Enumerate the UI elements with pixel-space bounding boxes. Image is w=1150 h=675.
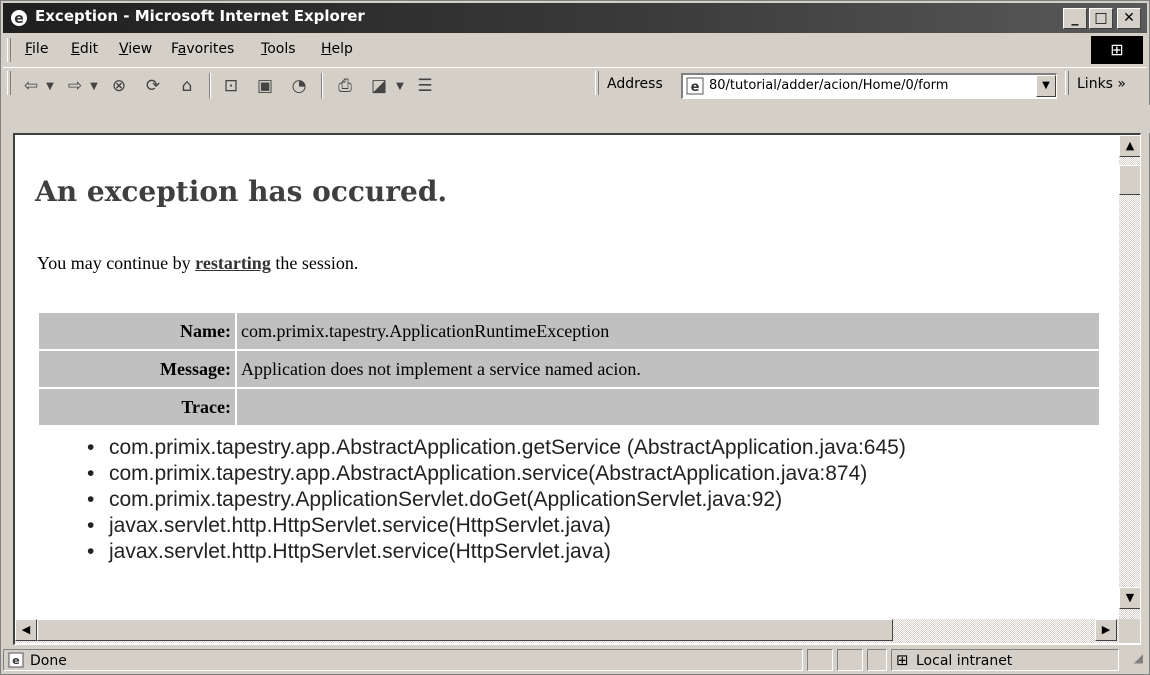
zone-cell: ⊞ Local intranet (891, 649, 1119, 671)
stack-trace-list: com.primix.tapestry.app.AbstractApplicat… (87, 435, 1117, 565)
menu-help[interactable]: Help (321, 41, 353, 57)
edit-icon[interactable]: ◪ (367, 75, 391, 97)
toolbar-separator (321, 73, 323, 99)
forward-dropdown-icon[interactable]: ▼ (87, 75, 101, 97)
window-title: Exception - Microsoft Internet Explorer (35, 7, 365, 25)
list-item: com.primix.tapestry.ApplicationServlet.d… (87, 487, 1117, 513)
refresh-icon[interactable]: ⟳ (141, 75, 165, 97)
svg-text:e: e (14, 11, 24, 27)
address-label: Address (607, 76, 663, 92)
scroll-up-icon[interactable]: ▲ (1119, 135, 1140, 157)
status-bar: e Done ⊞ Local intranet ◢ (3, 647, 1147, 673)
address-bar[interactable]: e 80/tutorial/adder/acion/Home/0/form ▼ (681, 73, 1057, 99)
forward-arrow-icon[interactable]: ⇨ (63, 75, 87, 97)
svg-text:e: e (691, 80, 700, 95)
links-button[interactable]: Links » (1077, 76, 1126, 92)
back-arrow-icon[interactable]: ⇦ (19, 75, 43, 97)
para-text-before: You may continue by (37, 253, 196, 273)
address-grip[interactable] (595, 71, 599, 95)
page-icon: e (8, 652, 24, 668)
name-value: com.primix.tapestry.ApplicationRuntimeEx… (237, 313, 1099, 349)
table-row: Trace: (39, 389, 1099, 425)
title-bar[interactable]: e Exception - Microsoft Internet Explore… (3, 3, 1147, 33)
scroll-left-icon[interactable]: ◀ (15, 619, 37, 641)
back-dropdown-icon[interactable]: ▼ (43, 75, 57, 97)
status-cell (807, 649, 833, 671)
scrollbar-corner (1119, 619, 1140, 643)
menu-view[interactable]: View (119, 41, 152, 57)
menu-bar: File Edit View Favorites Tools Help ⊞ (3, 35, 1147, 65)
toolbar: ⇦ ▼ ⇨ ▼ ⊗ ⟳ ⌂ ⊡ ▣ ◔ ⎙ ◪ ▼ ☰ Address e 80… (3, 67, 1147, 103)
trace-label: Trace: (39, 389, 235, 425)
message-value: Application does not implement a service… (237, 351, 1099, 387)
address-input[interactable]: 80/tutorial/adder/acion/Home/0/form (709, 78, 1021, 93)
list-item: javax.servlet.http.HttpServlet.service(H… (87, 539, 1117, 565)
status-main-cell: e Done (3, 649, 803, 671)
name-label: Name: (39, 313, 235, 349)
menu-file[interactable]: File (25, 41, 48, 57)
zone-text: Local intranet (916, 653, 1013, 669)
windows-logo-icon: ⊞ (1091, 36, 1143, 64)
list-item: javax.servlet.http.HttpServlet.service(H… (87, 513, 1117, 539)
resize-grip-icon[interactable]: ◢ (1125, 651, 1143, 669)
restart-link[interactable]: restarting (195, 253, 271, 273)
menu-edit[interactable]: Edit (71, 41, 98, 57)
para-text-after: the session. (270, 253, 359, 273)
message-label: Message: (39, 351, 235, 387)
menu-tools[interactable]: Tools (261, 41, 296, 57)
list-item: com.primix.tapestry.app.AbstractApplicat… (87, 461, 1117, 487)
table-row: Name: com.primix.tapestry.ApplicationRun… (39, 313, 1099, 349)
edit-dropdown-icon[interactable]: ▼ (393, 75, 407, 97)
table-row: Message: Application does not implement … (39, 351, 1099, 387)
address-dropdown-icon[interactable]: ▼ (1036, 75, 1056, 97)
page-content: An exception has occured. You may contin… (15, 135, 1119, 619)
favorites-icon[interactable]: ▣ (253, 75, 277, 97)
toolbar-grip[interactable] (7, 71, 11, 95)
browser-window: e Exception - Microsoft Internet Explore… (0, 0, 1150, 675)
maximize-button[interactable]: □ (1089, 8, 1113, 29)
discuss-icon[interactable]: ☰ (413, 75, 437, 97)
history-icon[interactable]: ◔ (287, 75, 311, 97)
scroll-down-icon[interactable]: ▼ (1119, 587, 1140, 609)
print-icon[interactable]: ⎙ (333, 75, 357, 97)
ie-logo-icon: e (11, 10, 27, 27)
menu-favorites[interactable]: Favorites (171, 41, 234, 57)
content-frame: An exception has occured. You may contin… (13, 133, 1141, 645)
svg-text:e: e (12, 654, 19, 667)
search-icon[interactable]: ⊡ (219, 75, 243, 97)
minimize-button[interactable]: _ (1063, 8, 1087, 29)
menu-grip[interactable] (7, 38, 11, 62)
toolbar-separator (209, 73, 211, 99)
horizontal-scrollbar[interactable]: ◀ ▶ (15, 619, 1119, 643)
status-text: Done (30, 653, 67, 669)
continue-paragraph: You may continue by restarting the sessi… (37, 253, 358, 274)
links-grip[interactable] (1065, 71, 1069, 95)
page-heading: An exception has occured. (35, 175, 448, 208)
close-button[interactable]: ✕ (1117, 8, 1141, 29)
intranet-icon: ⊞ (896, 651, 909, 669)
vertical-scroll-thumb[interactable] (1119, 165, 1140, 195)
list-item: com.primix.tapestry.app.AbstractApplicat… (87, 435, 1117, 461)
vertical-scrollbar[interactable]: ▲ ▼ (1119, 135, 1140, 619)
scroll-right-icon[interactable]: ▶ (1095, 619, 1117, 641)
horizontal-scroll-thumb[interactable] (37, 619, 893, 641)
stop-icon[interactable]: ⊗ (107, 75, 131, 97)
status-cell (837, 649, 863, 671)
home-icon[interactable]: ⌂ (175, 75, 199, 97)
toolbar-bottom-gap (1, 105, 1150, 133)
status-cell (867, 649, 887, 671)
trace-value (237, 389, 1099, 425)
exception-table: Name: com.primix.tapestry.ApplicationRun… (37, 311, 1101, 427)
page-icon: e (686, 77, 704, 95)
